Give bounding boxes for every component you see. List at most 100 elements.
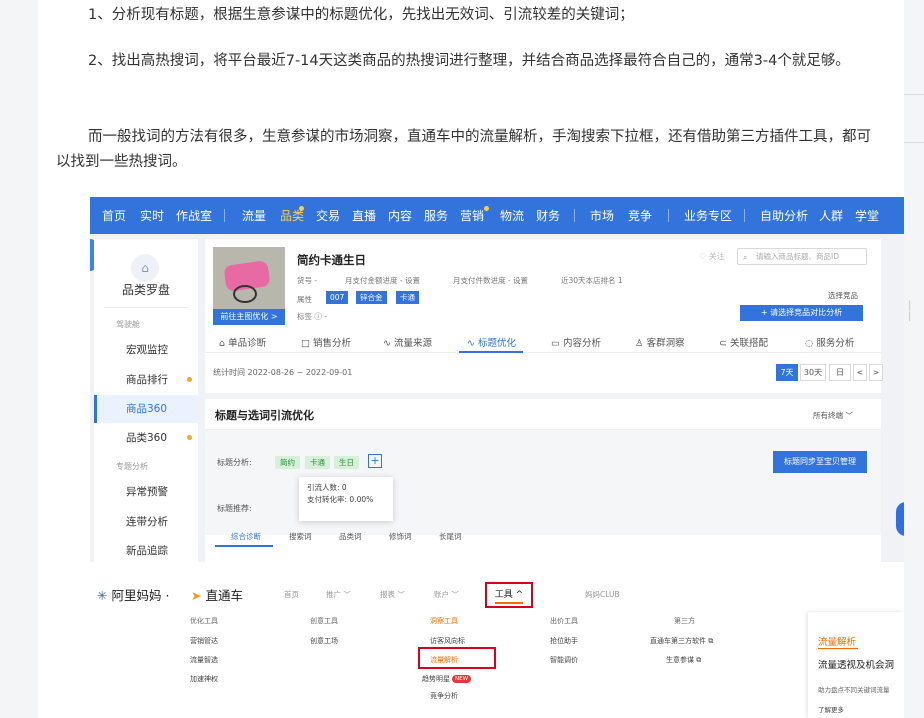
menu-item-trend[interactable]: 趋势明星 NEW: [422, 674, 472, 684]
sidebar-item-newproduct[interactable]: 新品追踪: [94, 537, 198, 562]
alimama-logo: ✳ 阿里妈妈 ·: [97, 588, 170, 603]
period-day[interactable]: 日: [829, 364, 851, 381]
subtab-search[interactable]: 搜索词: [289, 531, 312, 542]
sidebar-item-linked[interactable]: 连带分析: [94, 508, 198, 536]
sidebar-item-ranking[interactable]: 商品排行: [94, 366, 198, 394]
nav-self-analysis[interactable]: 自助分析: [760, 207, 808, 224]
analysis-tabs: ⌂ 单品诊断 □ 销售分析 ∿ 流量来源 ∿ 标题优化 ▭ 内容分析 ♙ 客群洞…: [205, 331, 881, 353]
tools-menu-button[interactable]: 工具 ^: [485, 582, 533, 608]
nav-logistics[interactable]: 物流: [500, 207, 524, 224]
main-image-optimize-button[interactable]: 前往主图优化 >: [213, 309, 285, 325]
subtab-indicator: [215, 545, 273, 547]
meta-count-progress[interactable]: 月支付件数进度 - 设置: [453, 275, 528, 286]
doc-icon: □: [301, 338, 310, 349]
col-creative-title: 创意工具: [310, 617, 338, 625]
nav-home[interactable]: 首页: [102, 207, 126, 224]
subtab-modifier[interactable]: 修饰词: [389, 531, 412, 542]
nav-badge-dot: [484, 206, 489, 211]
nav-service[interactable]: 服务: [424, 207, 448, 224]
nav-finance[interactable]: 财务: [536, 207, 560, 224]
period-7d[interactable]: 7天: [776, 364, 798, 381]
title-word-tag[interactable]: 简约: [275, 456, 300, 469]
menu-item[interactable]: 直通车第三方软件 ⧉: [650, 636, 713, 646]
nav2-account[interactable]: 账户 ﹀: [434, 589, 459, 600]
tab-sales[interactable]: □ 销售分析: [301, 335, 351, 349]
tab-single-diagnosis[interactable]: ⌂ 单品诊断: [219, 335, 266, 349]
nav-content[interactable]: 内容: [388, 207, 412, 224]
nav-trade[interactable]: 交易: [316, 207, 340, 224]
attr-tag: 007: [326, 291, 349, 304]
menu-item[interactable]: 加速神权: [190, 674, 218, 684]
nav-crowd[interactable]: 人群: [819, 207, 843, 224]
subtab-category[interactable]: 品类词: [339, 531, 362, 542]
attr-label: 属性: [297, 295, 312, 304]
menu-item[interactable]: 抢位助手: [550, 636, 578, 646]
chart-icon: ∿: [383, 338, 391, 349]
menu-item[interactable]: 访客风向标: [430, 636, 465, 646]
link-icon: ⊂: [719, 338, 727, 349]
title-word-tag[interactable]: 生日: [334, 456, 359, 469]
zhitongche-icon: ➤: [191, 588, 202, 603]
paragraph-3: 而一般找词的方法有很多，生意参谋的市场洞察，直通车中的流量解析，手淘搜索下拉框，…: [56, 129, 871, 170]
nav-warroom[interactable]: 作战室: [176, 207, 212, 224]
add-word-button[interactable]: +: [368, 454, 382, 468]
col-optimize-title: 优化工具: [190, 617, 218, 625]
tab-service[interactable]: ◌ 服务分析: [805, 335, 854, 349]
nav-live[interactable]: 直播: [352, 207, 376, 224]
paragraph-2: 2、找出高热搜词，将平台最近7-14天这类商品的热搜词进行整理，并结合商品选择最…: [88, 53, 850, 69]
menu-item[interactable]: 营销管达: [190, 636, 218, 646]
meta-amount-progress[interactable]: 月支付金额进度 - 设置: [345, 275, 420, 286]
next-button[interactable]: >: [869, 364, 883, 381]
nav2-report[interactable]: 报表 ﹀: [380, 589, 405, 600]
title-word-tag[interactable]: 卡通: [305, 456, 330, 469]
terminal-select[interactable]: 所有终端 ﹀: [813, 410, 853, 421]
nav-traffic[interactable]: 流量: [242, 207, 266, 224]
sidebar-item-alert[interactable]: 异常预警: [94, 478, 198, 506]
subtab-longtail[interactable]: 长尾词: [439, 531, 462, 542]
compass-icon: ⌂: [131, 254, 159, 282]
gutter-glyph: | |: [908, 300, 912, 322]
tab-content[interactable]: ▭ 内容分析: [551, 335, 601, 349]
follow-button[interactable]: ♡ 关注: [699, 251, 725, 262]
period-30d[interactable]: 30天: [800, 364, 826, 381]
menu-item[interactable]: 智能调价: [550, 655, 578, 665]
nav-market[interactable]: 市场: [590, 207, 614, 224]
nav-school[interactable]: 学堂: [855, 207, 879, 224]
home-icon: ⌂: [219, 338, 226, 349]
menu-item[interactable]: 创意工场: [310, 636, 338, 646]
learn-more-link[interactable]: 了解更多: [818, 704, 844, 714]
tab-related[interactable]: ⊂ 关联搭配: [719, 335, 768, 349]
orange-dot: [187, 435, 192, 440]
tab-audience[interactable]: ♙ 客群洞察: [635, 335, 685, 349]
menu-item[interactable]: 生意参谋 ⧉: [666, 655, 701, 665]
nav-badge-dot: [299, 206, 304, 211]
nav2-promote[interactable]: 推广 ﹀: [326, 589, 351, 600]
label-tags: 标签 ⓘ -: [297, 312, 327, 321]
menu-item[interactable]: 流量智选: [190, 655, 218, 665]
tab-traffic-source[interactable]: ∿ 流量来源: [383, 335, 432, 349]
new-badge: NEW: [452, 675, 472, 683]
prev-button[interactable]: <: [853, 364, 867, 381]
nav-business-zone[interactable]: 业务专区: [684, 207, 732, 224]
sync-title-button[interactable]: 标题同步至宝贝管理: [773, 451, 867, 473]
sidebar-item-macro[interactable]: 宏观监控: [94, 336, 198, 364]
floating-help-bubble[interactable]: [896, 502, 904, 536]
word-tooltip: 引流人数: 0 支付转化率: 0.00%: [299, 477, 393, 521]
product-search-input[interactable]: ⌕ 请输入商品标题、商品ID: [737, 248, 867, 265]
compare-competitor-button[interactable]: + 请选择竞品对比分析: [740, 305, 863, 321]
choose-competitor-label: 选择竞品: [828, 291, 858, 300]
attr-tag: 卡通: [396, 291, 419, 304]
nav-realtime[interactable]: 实时: [140, 207, 164, 224]
nav2-home[interactable]: 首页: [284, 589, 299, 600]
sidebar-item-product360[interactable]: 商品360: [94, 395, 198, 423]
nav-competition[interactable]: 竞争: [628, 207, 652, 224]
sidebar-item-category360[interactable]: 品类360: [94, 424, 198, 452]
menu-item[interactable]: 竞争分析: [430, 691, 458, 701]
product-name: 简约卡通生日: [297, 253, 366, 267]
sidebar-section-cockpit: 驾驶舱: [116, 320, 140, 329]
tab-title-optimize[interactable]: ∿ 标题优化: [467, 335, 516, 349]
service-icon: ◌: [805, 338, 814, 349]
nav2-club[interactable]: 妈妈CLUB: [585, 589, 620, 600]
subtab-overall[interactable]: 综合诊断: [231, 531, 261, 542]
nav-marketing[interactable]: 营销: [460, 207, 484, 224]
